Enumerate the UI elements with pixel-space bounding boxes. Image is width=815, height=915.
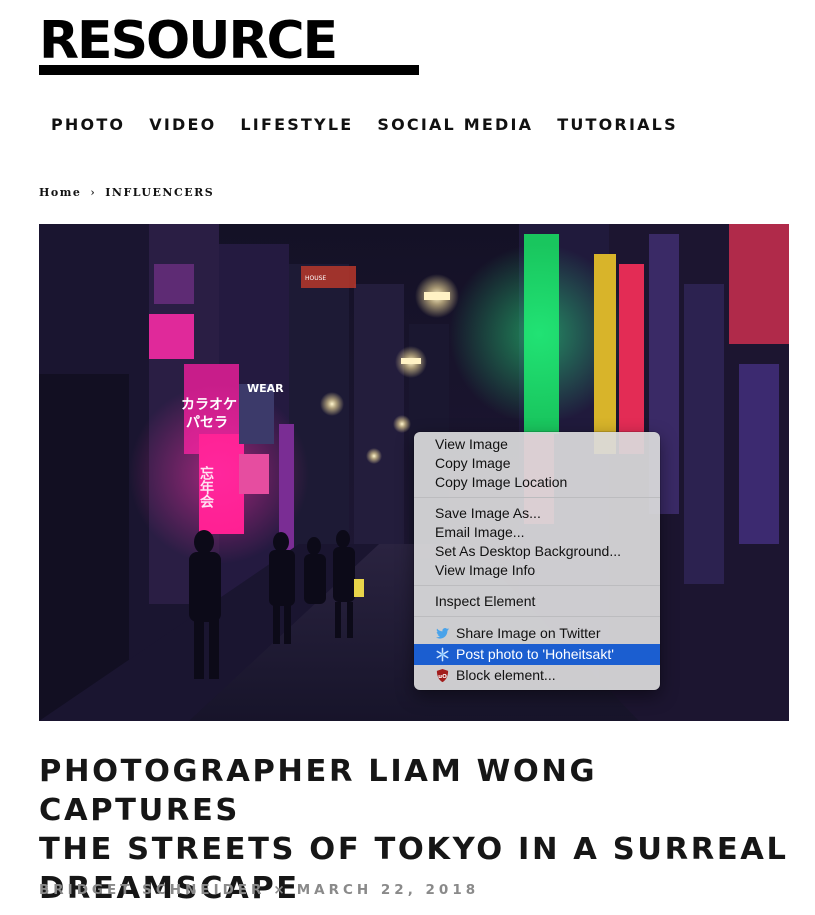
menu-post-photo-hoheitsakt[interactable]: Post photo to 'Hoheitsakt' (414, 644, 660, 665)
hero-sign-house: HOUSE (305, 275, 326, 282)
main-nav: PHOTO VIDEO LIFESTYLE SOCIAL MEDIA TUTOR… (51, 114, 678, 136)
site-logo[interactable]: RESOURCE (39, 18, 419, 75)
ublock-shield-icon: uO (436, 668, 449, 683)
author-link[interactable]: BRIDGET SCHNEIDER (39, 882, 265, 898)
menu-block-element-label: Block element... (456, 667, 556, 683)
menu-save-image-as[interactable]: Save Image As... (414, 504, 660, 523)
svg-text:uO: uO (438, 674, 447, 680)
breadcrumb-current-category[interactable]: INFLUENCERS (105, 186, 214, 199)
hero-sign-karaoke: カラオケ (181, 397, 237, 413)
menu-set-desktop-background[interactable]: Set As Desktop Background... (414, 542, 660, 561)
menu-separator (414, 585, 660, 586)
breadcrumb-separator-icon: › (90, 186, 97, 199)
nav-item-video[interactable]: VIDEO (149, 114, 216, 136)
breadcrumb: Home › INFLUENCERS (39, 186, 214, 199)
nav-item-social-media[interactable]: SOCIAL MEDIA (377, 114, 533, 136)
menu-inspect-element[interactable]: Inspect Element (414, 592, 660, 611)
publish-date: MARCH 22, 2018 (296, 882, 480, 898)
hero-sign-pasela: パセラ (186, 415, 228, 431)
menu-block-element[interactable]: uO Block element... (414, 665, 660, 686)
menu-copy-image-location[interactable]: Copy Image Location (414, 473, 660, 492)
menu-view-image[interactable]: View Image (414, 435, 660, 454)
article-byline: BRIDGET SCHNEIDER × MARCH 22, 2018 (39, 882, 479, 898)
menu-post-photo-label: Post photo to 'Hoheitsakt' (456, 646, 614, 662)
menu-share-on-twitter-label: Share Image on Twitter (456, 625, 601, 641)
menu-separator (414, 497, 660, 498)
menu-copy-image[interactable]: Copy Image (414, 454, 660, 473)
snowflake-icon (436, 647, 449, 662)
menu-view-image-info[interactable]: View Image Info (414, 561, 660, 580)
article-title-line-1: PHOTOGRAPHER LIAM WONG CAPTURES (39, 754, 598, 828)
menu-separator (414, 616, 660, 617)
nav-item-lifestyle[interactable]: LIFESTYLE (240, 114, 353, 136)
menu-share-on-twitter[interactable]: Share Image on Twitter (414, 623, 660, 644)
nav-item-photo[interactable]: PHOTO (51, 114, 125, 136)
image-context-menu: View Image Copy Image Copy Image Locatio… (414, 432, 660, 690)
breadcrumb-home-link[interactable]: Home (39, 186, 81, 199)
hero-sign-wear: WEAR (247, 382, 284, 395)
logo-underline-bar (39, 65, 419, 75)
twitter-icon (435, 628, 450, 639)
menu-email-image[interactable]: Email Image... (414, 523, 660, 542)
logo-wordmark: RESOURCE (39, 18, 338, 64)
article-title-line-2: THE STREETS OF TOKYO IN A SURREAL (39, 832, 789, 867)
nav-item-tutorials[interactable]: TUTORIALS (557, 114, 678, 136)
hero-sign-bonenkai: 忘年会 (198, 465, 214, 509)
byline-separator: × (273, 882, 289, 898)
